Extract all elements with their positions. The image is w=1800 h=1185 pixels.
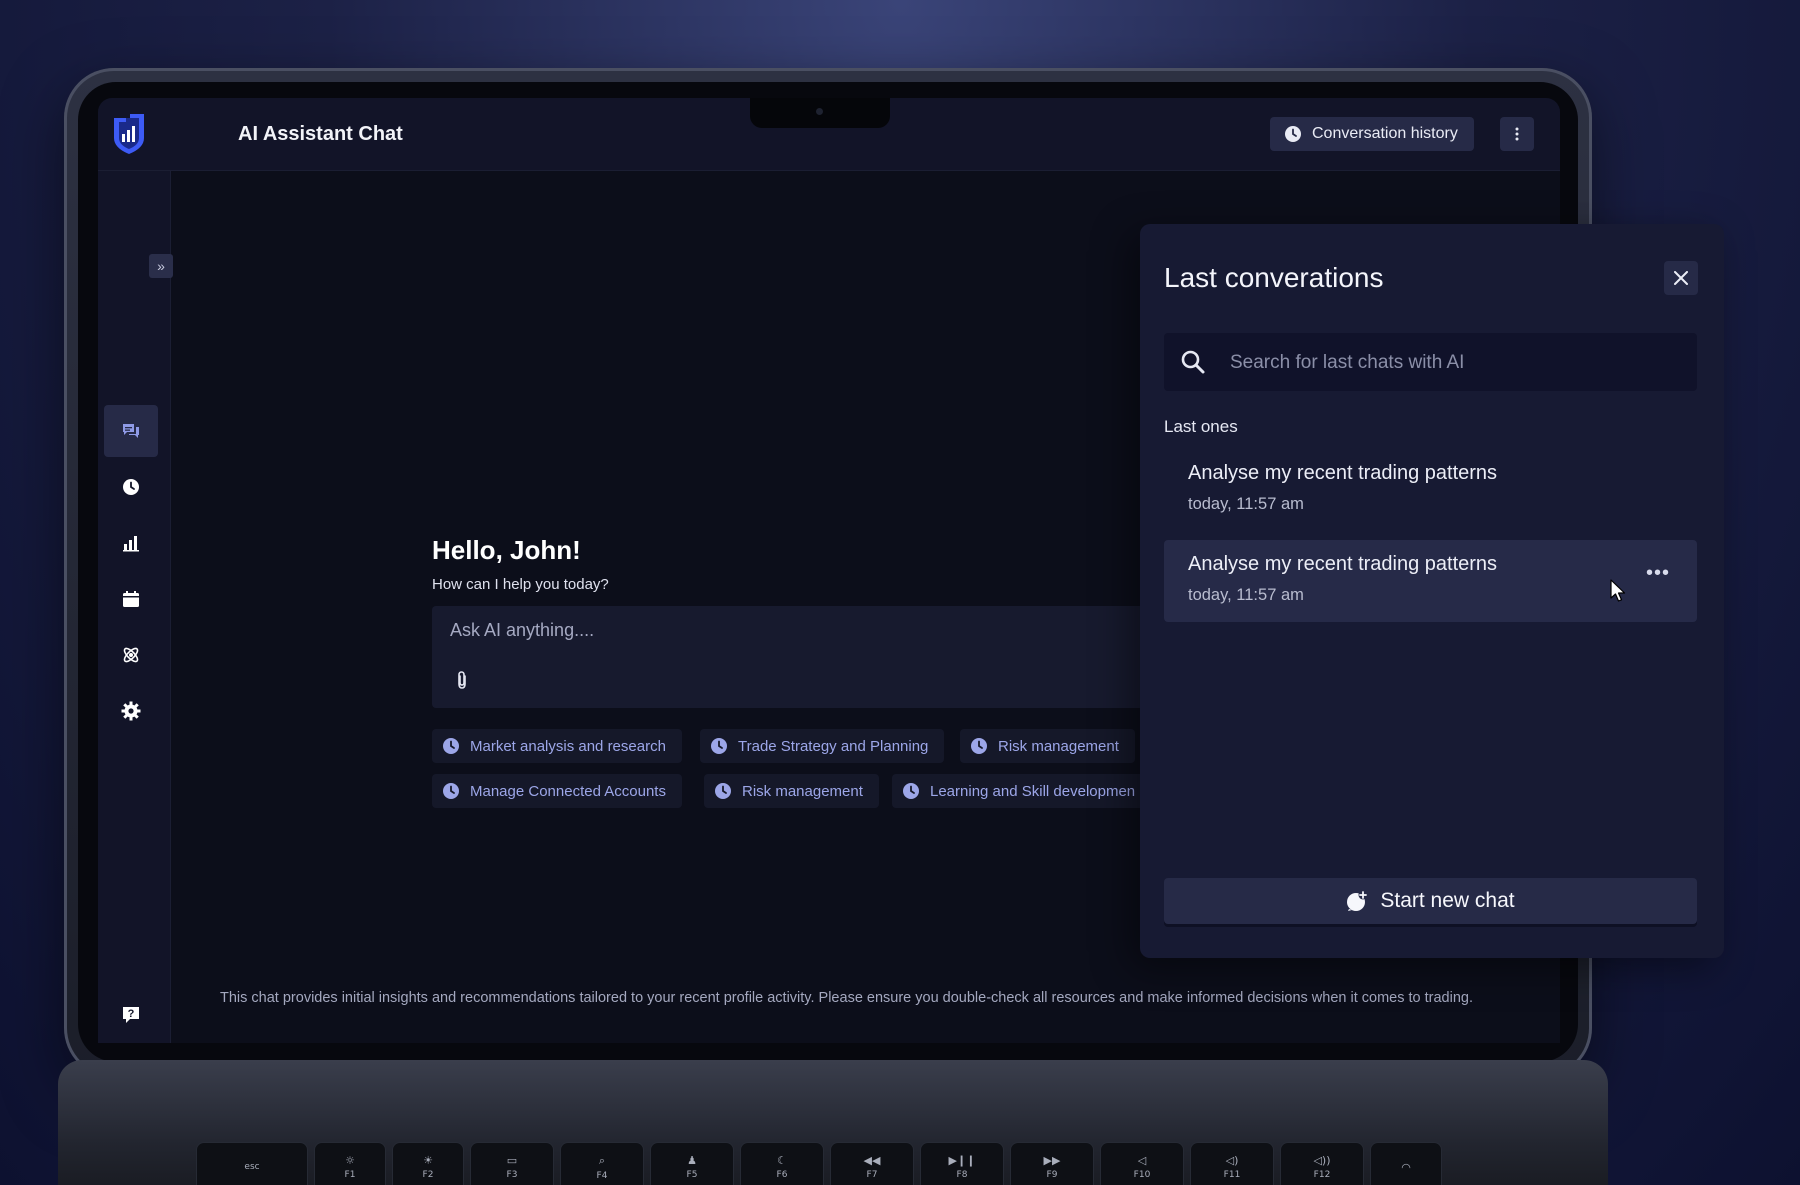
sidebar-item-analytics[interactable] [104, 517, 158, 569]
mouse-cursor-icon [1610, 579, 1626, 602]
suggestion-label: Market analysis and research [470, 737, 666, 755]
key-f9: ▶▶ F9 [1010, 1142, 1094, 1185]
sidebar-item-chat[interactable] [104, 405, 158, 457]
key-f8: ▶❙❙ F8 [920, 1142, 1004, 1185]
conversation-more-icon[interactable]: ••• [1646, 562, 1670, 585]
start-new-chat-label: Start new chat [1380, 889, 1515, 912]
sidebar: » ? [98, 171, 173, 1043]
suggestion-chip[interactable]: Learning and Skill developmen [892, 774, 1152, 808]
sidebar-item-settings[interactable] [104, 685, 158, 737]
section-label: Last ones [1164, 417, 1238, 436]
keyboard-function-row: esc ☼ F1 ☀ F2 ▭ F3 ⌕ F4 ♟ F5 ☾ F6 ◀◀ F7 ▶❙❙ F8 ▶… [196, 1142, 1458, 1185]
suggestion-chip[interactable]: Risk management [960, 729, 1135, 763]
calendar-icon [123, 591, 139, 607]
key-label: F7 [866, 1170, 878, 1180]
greeting-heading: Hello, John! [432, 535, 581, 565]
key-power: ◠ [1370, 1142, 1442, 1185]
key-f12: ◁)) F12 [1280, 1142, 1364, 1185]
key-label: F1 [344, 1170, 356, 1180]
paperclip-icon[interactable] [456, 670, 468, 690]
conversation-time: today, 11:57 am [1188, 586, 1304, 604]
last-conversations-panel: Last converations Last ones Analyse my r… [1140, 224, 1724, 958]
key-label: esc [244, 1162, 260, 1172]
conversation-time: today, 11:57 am [1188, 495, 1304, 513]
conversation-title: Analyse my recent trading patterns [1188, 462, 1498, 484]
key-f4: ⌕ F4 [560, 1142, 644, 1185]
suggestion-label: Trade Strategy and Planning [738, 737, 929, 755]
conversation-history-button[interactable]: Conversation history [1270, 117, 1474, 151]
new-chat-icon [1347, 890, 1368, 911]
search-input[interactable] [1228, 343, 1682, 383]
clock-icon [443, 738, 459, 754]
suggestion-label: Risk management [998, 737, 1119, 755]
suggestion-chip[interactable]: Risk management [704, 774, 879, 808]
key-label: F6 [776, 1170, 788, 1180]
key-label: F10 [1133, 1170, 1151, 1180]
suggestion-label: Risk management [742, 782, 863, 800]
bar-chart-icon [123, 536, 139, 552]
disclaimer-text: This chat provides initial insights and … [220, 990, 1474, 1006]
close-panel-button[interactable] [1664, 261, 1698, 295]
search-icon [1181, 350, 1205, 374]
key-f7: ◀◀ F7 [830, 1142, 914, 1185]
greeting-subtitle: How can I help you today? [432, 576, 609, 593]
clock-icon [443, 783, 459, 799]
camera-dot [816, 108, 823, 115]
suggestion-chip[interactable]: Market analysis and research [432, 729, 682, 763]
key-f11: ◁) F11 [1190, 1142, 1274, 1185]
ask-ai-placeholder: Ask AI anything.... [450, 620, 595, 640]
app-title: AI Assistant Chat [238, 123, 403, 145]
expand-sidebar-button[interactable]: » [149, 254, 173, 278]
clock-icon [715, 783, 731, 799]
start-new-chat-button[interactable]: Start new chat [1164, 878, 1697, 924]
key-f5: ♟ F5 [650, 1142, 734, 1185]
suggestion-chip[interactable]: Trade Strategy and Planning [700, 729, 945, 763]
key-f3: ▭ F3 [470, 1142, 554, 1185]
clock-icon [1285, 126, 1301, 142]
key-f1: ☼ F1 [314, 1142, 386, 1185]
suggestion-label: Learning and Skill developmen [930, 782, 1136, 800]
sidebar-item-help[interactable]: ? [104, 989, 158, 1041]
key-label: F3 [506, 1170, 518, 1180]
clock-icon [711, 738, 727, 754]
key-f2: ☀ F2 [392, 1142, 464, 1185]
sidebar-item-history[interactable] [104, 461, 158, 513]
conversation-item[interactable]: Analyse my recent trading patterns today… [1164, 449, 1697, 531]
clock-icon [971, 738, 987, 754]
key-esc: esc [196, 1142, 308, 1185]
help-chat-icon: ? [123, 1007, 139, 1023]
atom-icon [123, 647, 139, 663]
sidebar-item-calendar[interactable] [104, 573, 158, 625]
suggestion-label: Manage Connected Accounts [470, 782, 666, 800]
conversation-history-label: Conversation history [1312, 125, 1458, 142]
key-label: F9 [1046, 1170, 1058, 1180]
double-chevron-right-icon: » [157, 258, 165, 274]
key-label: F5 [686, 1170, 698, 1180]
background-frame: esc ☼ F1 ☀ F2 ▭ F3 ⌕ F4 ♟ F5 ☾ F6 ◀◀ F7 ▶❙❙ F8 ▶… [0, 0, 1800, 1185]
app-logo-icon[interactable] [110, 112, 148, 156]
conversation-title: Analyse my recent trading patterns [1188, 553, 1498, 575]
conversation-search [1164, 333, 1697, 391]
svg-text:?: ? [128, 1008, 135, 1020]
clock-icon [123, 479, 139, 495]
more-options-button[interactable] [1500, 117, 1534, 151]
gear-icon [121, 701, 141, 721]
key-f6: ☾ F6 [740, 1142, 824, 1185]
key-label: F2 [422, 1170, 434, 1180]
sidebar-item-integrations[interactable] [104, 629, 158, 681]
close-icon [1674, 271, 1688, 285]
key-label: F12 [1313, 1170, 1331, 1180]
key-label: F11 [1223, 1170, 1241, 1180]
camera-notch [750, 98, 890, 128]
clock-icon [903, 783, 919, 799]
chat-icon [123, 424, 139, 438]
key-f10: ◁ F10 [1100, 1142, 1184, 1185]
suggestion-chip[interactable]: Manage Connected Accounts [432, 774, 682, 808]
key-label: F8 [956, 1170, 968, 1180]
vertical-dots-icon [1515, 127, 1519, 141]
panel-title: Last converations [1164, 262, 1384, 293]
key-label: F4 [596, 1170, 608, 1181]
